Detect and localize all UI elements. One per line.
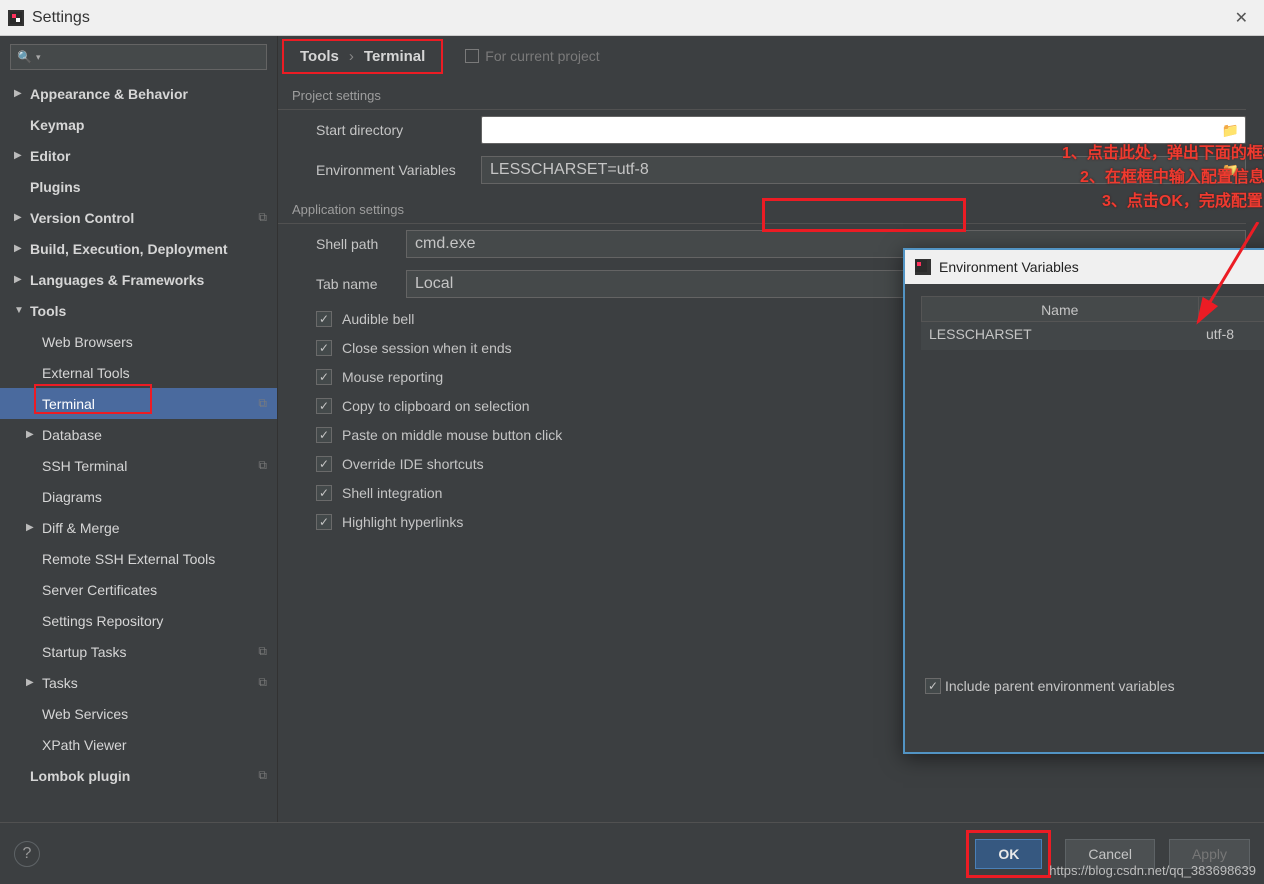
include-parent-text: Include parent environment variables [945,678,1175,694]
section-title: Project settings [278,76,1246,110]
check-label: Audible bell [342,311,414,327]
check-label: Shell integration [342,485,442,501]
sidebar-item-editor[interactable]: ▶Editor [0,140,277,171]
window-titlebar: Settings ✕ [0,0,1264,36]
checkbox[interactable]: ✓ [316,456,332,472]
app-icon [8,10,24,26]
column-header-name: Name [922,297,1199,321]
dialog-title: Environment Variables [939,259,1079,275]
check-label: Override IDE shortcuts [342,456,484,472]
sidebar-item-vcs[interactable]: ▶Version Control⧉ [0,202,277,233]
check-label: Mouse reporting [342,369,443,385]
sidebar-item-languages[interactable]: ▶Languages & Frameworks [0,264,277,295]
checkbox[interactable]: ✓ [316,485,332,501]
folder-icon[interactable]: 📁 [1222,122,1239,139]
chevron-down-icon: ▾ [36,52,41,63]
sidebar-item-diagrams[interactable]: Diagrams [0,481,277,512]
checkbox[interactable]: ✓ [316,398,332,414]
sidebar-item-database[interactable]: ▶Database [0,419,277,450]
cell-name: LESSCHARSET [921,322,1198,350]
sidebar-item-startup-tasks[interactable]: Startup Tasks⧉ [0,636,277,667]
env-table[interactable]: Name Value LESSCHARSET utf-8 [921,296,1264,668]
check-label: Paste on middle mouse button click [342,427,562,443]
sidebar-item-plugins[interactable]: Plugins [0,171,277,202]
sidebar-item-terminal[interactable]: Terminal ⧉ [0,388,277,419]
sidebar-item-keymap[interactable]: Keymap [0,109,277,140]
sidebar-item-tasks[interactable]: ▶Tasks⧉ [0,667,277,698]
sidebar-item-settings-repo[interactable]: Settings Repository [0,605,277,636]
settings-tree: ▶Appearance & Behavior Keymap ▶Editor Pl… [0,78,277,822]
checkbox[interactable]: ✓ [316,514,332,530]
check-label: Copy to clipboard on selection [342,398,530,414]
sidebar-item-ssh-terminal[interactable]: SSH Terminal⧉ [0,450,277,481]
shell-path-label: Shell path [316,236,406,252]
window-title: Settings [32,9,90,27]
chevron-right-icon: › [349,48,354,65]
watermark: https://blog.csdn.net/qq_383698639 [1049,863,1256,878]
copy-icon: ⧉ [258,644,267,659]
copy-icon [465,49,479,63]
content-panel: Tools › Terminal For current project Pro… [278,36,1264,822]
ok-button[interactable]: OK [975,839,1042,869]
copy-icon: ⧉ [258,210,267,225]
search-icon: 🔍 [17,50,32,64]
env-vars-value: LESSCHARSET=utf-8 [490,161,649,179]
sidebar: 🔍 ▾ ▶Appearance & Behavior Keymap ▶Edito… [0,36,278,822]
search-input[interactable]: 🔍 ▾ [10,44,267,70]
breadcrumb-part: Tools [300,48,339,65]
breadcrumb-part: Terminal [364,48,425,65]
help-button[interactable]: ? [14,841,40,867]
copy-icon: ⧉ [258,675,267,690]
check-label: Highlight hyperlinks [342,514,463,530]
copy-icon: ⧉ [258,458,267,473]
sidebar-item-external-tools[interactable]: External Tools [0,357,277,388]
checkbox[interactable]: ✓ [316,369,332,385]
checkbox[interactable]: ✓ [316,311,332,327]
checkbox[interactable]: ✓ [316,340,332,356]
tab-name-label: Tab name [316,276,406,292]
annotation-text: 1、点击此处，弹出下面的框框 2、在框框中输入配置信息 3、点击OK，完成配置 [1062,142,1264,214]
checkbox[interactable]: ✓ [925,678,941,694]
breadcrumb: Tools › Terminal [282,39,443,74]
checkbox[interactable]: ✓ [316,427,332,443]
sidebar-item-diff-merge[interactable]: ▶Diff & Merge [0,512,277,543]
check-label: Close session when it ends [342,340,512,356]
copy-icon: ⧉ [258,768,267,783]
start-dir-input[interactable]: 📁 [481,116,1246,144]
env-vars-label: Environment Variables [316,162,481,178]
sidebar-item-web-services[interactable]: Web Services [0,698,277,729]
sidebar-item-tools[interactable]: ▼Tools [0,295,277,326]
sidebar-item-server-certs[interactable]: Server Certificates [0,574,277,605]
sidebar-item-xpath[interactable]: XPath Viewer [0,729,277,760]
sidebar-item-remote-ssh[interactable]: Remote SSH External Tools [0,543,277,574]
sidebar-item-build[interactable]: ▶Build, Execution, Deployment [0,233,277,264]
sidebar-item-web-browsers[interactable]: Web Browsers [0,326,277,357]
copy-icon: ⧉ [258,396,267,411]
sidebar-item-appearance[interactable]: ▶Appearance & Behavior [0,78,277,109]
scope-label: For current project [465,48,599,64]
app-icon [915,259,931,275]
annotation-arrow [1188,222,1264,342]
start-dir-label: Start directory [316,122,481,138]
annotation-box: OK [966,830,1051,878]
close-icon[interactable]: ✕ [1227,4,1256,32]
sidebar-item-lombok[interactable]: Lombok plugin⧉ [0,760,277,791]
